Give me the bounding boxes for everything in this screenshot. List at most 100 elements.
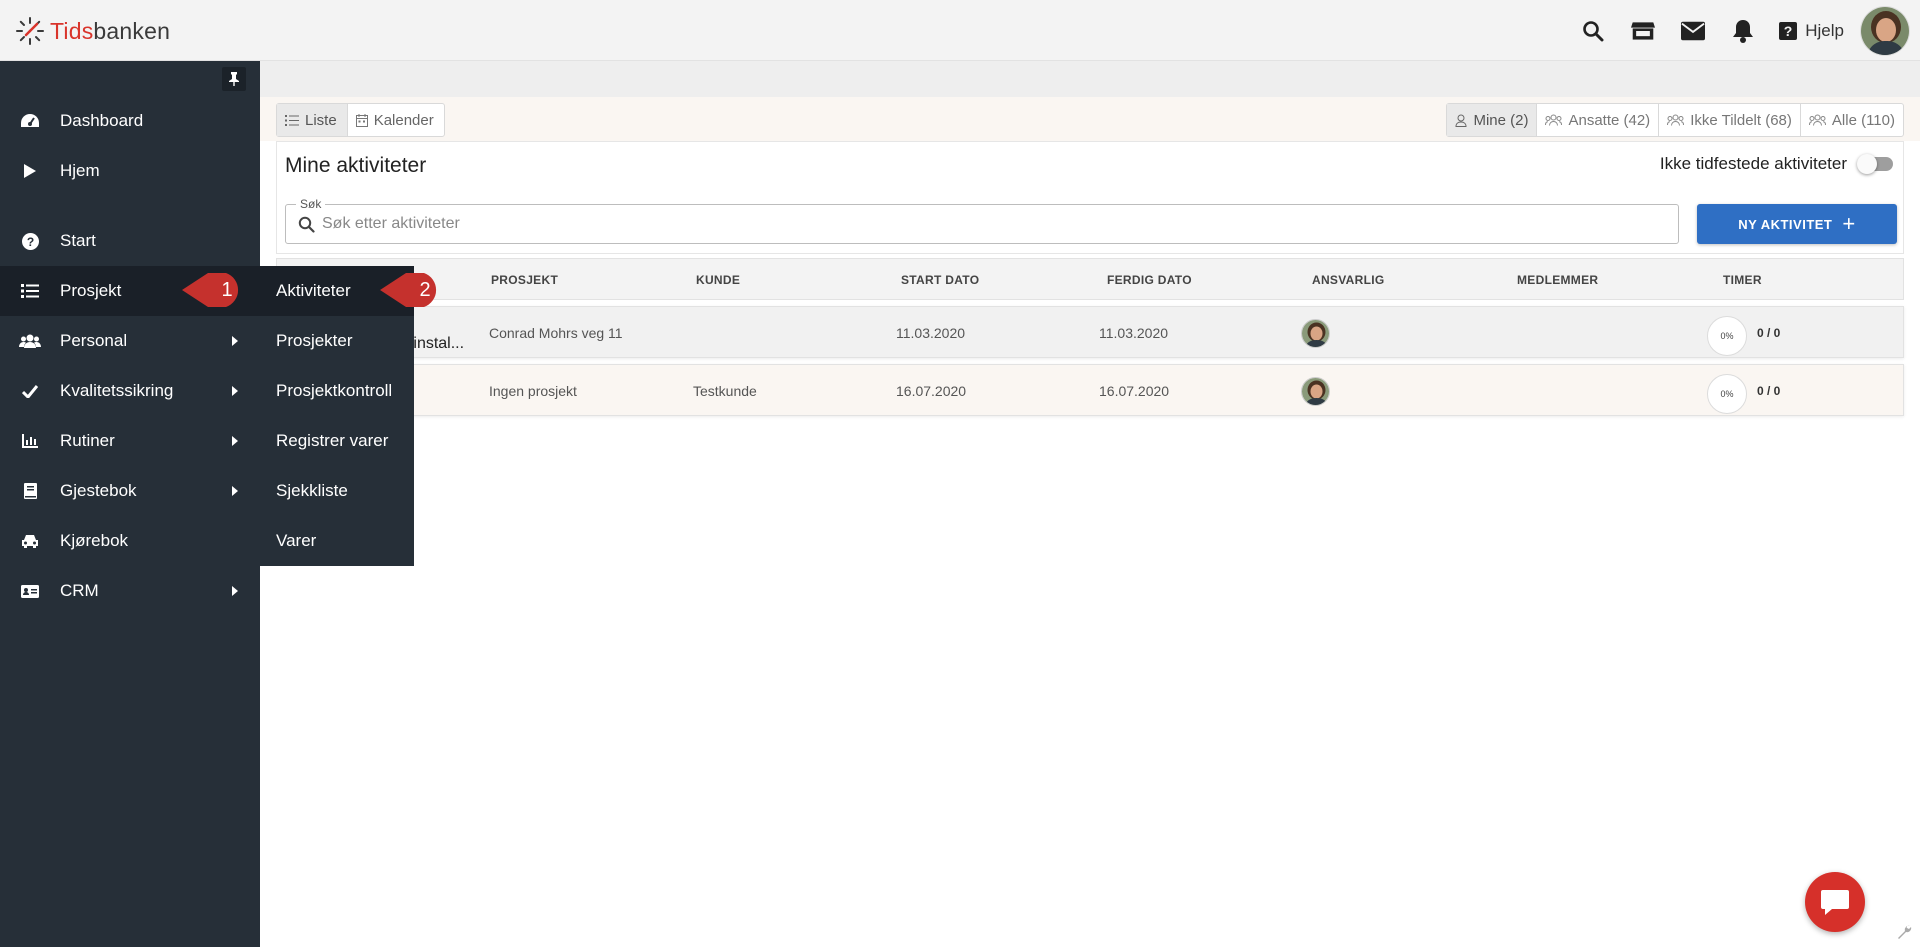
sidebar-item-label: Hjem bbox=[60, 161, 100, 180]
row-customer: Testkunde bbox=[693, 383, 757, 399]
prosjekt-submenu: Aktiviteter Prosjekter Prosjektkontroll … bbox=[260, 266, 414, 566]
page-title: Mine aktiviteter bbox=[285, 154, 427, 177]
filter-mine-label: Mine (2) bbox=[1473, 111, 1529, 129]
row-project: Ingen prosjekt bbox=[489, 383, 577, 399]
caret-right-icon bbox=[232, 336, 238, 346]
new-activity-button[interactable]: NY AKTIVITET + bbox=[1697, 204, 1897, 244]
search-icon[interactable] bbox=[1581, 19, 1605, 43]
sidebar-item-label: Kvalitetssikring bbox=[60, 381, 174, 400]
responsible-avatar[interactable] bbox=[1301, 319, 1330, 348]
assignment-filter: Mine (2) Ansatte (42) Ikke Tildelt (68) … bbox=[1446, 103, 1904, 137]
chart-icon bbox=[0, 434, 60, 448]
activities-table: PROSJEKT KUNDE START DATO FERDIG DATO AN… bbox=[276, 258, 1904, 416]
column-header-ansvarlig[interactable]: ANSVARLIG bbox=[1312, 273, 1384, 287]
user-icon bbox=[1455, 114, 1467, 127]
sidebar-item-kjorebok[interactable]: Kjørebok bbox=[0, 516, 260, 566]
view-list-button[interactable]: Liste bbox=[277, 104, 348, 136]
mail-icon[interactable] bbox=[1681, 19, 1706, 43]
row-hours: 0 / 0 bbox=[1757, 384, 1781, 398]
help-label: Hjelp bbox=[1805, 20, 1844, 40]
question-square-icon: ? bbox=[1779, 21, 1798, 40]
play-icon bbox=[0, 163, 60, 179]
logo-text: Tidsbanken bbox=[50, 18, 170, 45]
search-input[interactable] bbox=[322, 211, 1662, 237]
bell-icon[interactable] bbox=[1731, 19, 1755, 43]
submenu-item-sjekkliste[interactable]: Sjekkliste bbox=[260, 466, 414, 516]
store-icon[interactable] bbox=[1631, 19, 1656, 43]
sidebar-item-rutiner[interactable]: Rutiner bbox=[0, 416, 260, 466]
search-legend: Søk bbox=[296, 197, 326, 211]
header-actions: ? Hjelp bbox=[1568, 0, 1920, 61]
main-content: Liste Kalender Mine (2) Ansatte (42) Ikk… bbox=[260, 61, 1920, 947]
calendar-icon bbox=[355, 113, 368, 127]
pin-icon[interactable] bbox=[222, 67, 246, 91]
users-icon bbox=[1667, 114, 1685, 126]
progress-ring: 0% bbox=[1707, 316, 1747, 356]
view-calendar-button[interactable]: Kalender bbox=[348, 104, 444, 136]
filter-mine-button[interactable]: Mine (2) bbox=[1447, 104, 1538, 136]
row-end-date: 16.07.2020 bbox=[1099, 383, 1170, 399]
column-header-kunde[interactable]: KUNDE bbox=[696, 273, 740, 287]
sidebar-item-label: Dashboard bbox=[60, 111, 144, 130]
top-strip bbox=[260, 61, 1920, 97]
unscheduled-toggle-label: Ikke tidfestede aktiviteter bbox=[1659, 154, 1847, 173]
column-header-medlemmer[interactable]: MEDLEMMER bbox=[1517, 273, 1598, 287]
sidebar-item-gjestebok[interactable]: Gjestebok bbox=[0, 466, 260, 516]
column-header-start-dato[interactable]: START DATO bbox=[901, 273, 979, 287]
table-row[interactable]: Ingen prosjekt Testkunde 16.07.2020 16.0… bbox=[276, 364, 1904, 416]
table-row[interactable]: Vinstal... Conrad Mohrs veg 11 11.03.202… bbox=[276, 306, 1904, 358]
toggle-knob bbox=[1857, 154, 1877, 174]
step-callout-2: 2 bbox=[380, 270, 444, 310]
filter-alle-label: Alle (110) bbox=[1831, 111, 1895, 129]
caret-right-icon bbox=[232, 586, 238, 596]
user-avatar[interactable] bbox=[1860, 5, 1910, 56]
users-icon bbox=[1808, 114, 1826, 126]
submenu-item-varer[interactable]: Varer bbox=[260, 516, 414, 566]
question-circle-icon: ? bbox=[0, 232, 60, 250]
filter-ansatte-label: Ansatte (42) bbox=[1568, 111, 1651, 129]
id-card-icon bbox=[0, 584, 60, 598]
row-end-date: 11.03.2020 bbox=[1099, 325, 1169, 341]
unscheduled-toggle[interactable] bbox=[1857, 154, 1893, 174]
sidebar-item-start[interactable]: ? Start bbox=[0, 216, 260, 266]
sidebar-item-dashboard[interactable]: Dashboard bbox=[0, 96, 260, 146]
sidebar-item-kvalitetssikring[interactable]: Kvalitetssikring bbox=[0, 366, 260, 416]
activities-panel: Mine aktiviteter Ikke tidfestede aktivit… bbox=[276, 141, 1904, 254]
sidebar-item-label: Kjørebok bbox=[60, 531, 129, 550]
sidebar-item-label: Rutiner bbox=[60, 431, 115, 450]
wrench-icon[interactable] bbox=[1893, 921, 1915, 943]
chat-button[interactable] bbox=[1805, 872, 1865, 932]
help-button[interactable]: ? Hjelp bbox=[1779, 21, 1844, 41]
new-activity-label: NY AKTIVITET bbox=[1738, 216, 1833, 232]
sidebar-item-crm[interactable]: CRM bbox=[0, 566, 260, 616]
column-header-ferdig-dato[interactable]: FERDIG DATO bbox=[1107, 273, 1192, 287]
step-number-2: 2 bbox=[419, 279, 431, 301]
logo-clock-icon bbox=[16, 17, 44, 45]
search-field: Søk bbox=[285, 197, 1679, 244]
filter-ikke-tildelt-button[interactable]: Ikke Tildelt (68) bbox=[1659, 104, 1801, 136]
caret-right-icon bbox=[232, 486, 238, 496]
dashboard-icon bbox=[0, 113, 60, 129]
filter-alle-button[interactable]: Alle (110) bbox=[1801, 104, 1903, 136]
sidebar-item-personal[interactable]: Personal bbox=[0, 316, 260, 366]
check-icon bbox=[0, 384, 60, 398]
filter-ansatte-button[interactable]: Ansatte (42) bbox=[1537, 104, 1660, 136]
sidebar-item-hjem[interactable]: Hjem bbox=[0, 146, 260, 196]
caret-right-icon bbox=[232, 436, 238, 446]
submenu-item-registrer-varer[interactable]: Registrer varer bbox=[260, 416, 414, 466]
row-start-date: 16.07.2020 bbox=[896, 383, 967, 399]
responsible-avatar[interactable] bbox=[1301, 377, 1330, 406]
column-header-timer[interactable]: TIMER bbox=[1723, 273, 1762, 287]
submenu-item-prosjekter[interactable]: Prosjekter bbox=[260, 316, 414, 366]
logo[interactable]: Tidsbanken bbox=[14, 14, 170, 48]
sidebar-item-label: Start bbox=[60, 231, 96, 250]
step-number-1: 1 bbox=[221, 279, 233, 301]
list-icon bbox=[0, 284, 60, 298]
column-header-prosjekt[interactable]: PROSJEKT bbox=[491, 273, 558, 287]
submenu-item-prosjektkontroll[interactable]: Prosjektkontroll bbox=[260, 366, 414, 416]
unscheduled-toggle-wrap: Ikke tidfestede aktiviteter bbox=[1660, 154, 1893, 174]
sidebar-item-label: Gjestebok bbox=[60, 481, 137, 500]
row-hours: 0 / 0 bbox=[1757, 326, 1781, 340]
step-callout-1: 1 bbox=[182, 270, 246, 310]
search-icon bbox=[298, 216, 315, 238]
